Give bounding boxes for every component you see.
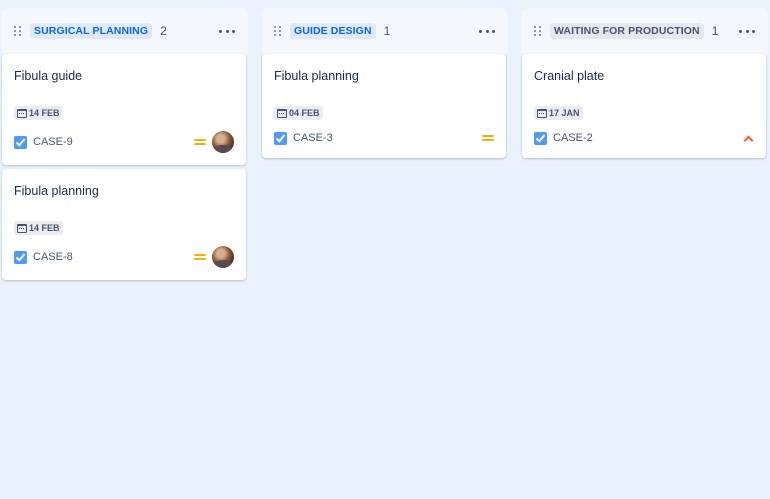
calendar-icon [277,108,287,118]
column-title: GUIDE DESIGN [290,23,376,39]
card-title: Fibula planning [274,69,359,83]
calendar-icon [17,108,27,118]
priority-medium-icon [482,134,494,142]
drag-handle-icon[interactable] [534,25,544,37]
column-title: SURGICAL PLANNING [30,23,153,39]
due-date-badge: 14 FEB [14,106,63,120]
priority-medium-icon [194,253,206,261]
issue-key[interactable]: CASE-2 [553,132,593,144]
due-date-badge: 04 FEB [274,106,323,120]
drag-handle-icon[interactable] [274,25,284,37]
column-header[interactable]: GUIDE DESIGN 1 [262,8,508,54]
card-footer: CASE-2 [534,126,754,150]
issue-key[interactable]: CASE-8 [33,251,73,263]
column-count: 1 [711,24,719,38]
task-checkbox-icon [534,131,547,145]
task-checkbox-icon [14,250,27,264]
issue-card[interactable]: Fibula planning 04 FEB CASE-3 [262,54,506,158]
card-title: Fibula planning [14,184,99,198]
calendar-icon [17,223,27,233]
task-checkbox-icon [14,135,27,149]
column-title: WAITING FOR PRODUCTION [550,23,704,39]
calendar-icon [537,108,547,118]
drag-handle-icon[interactable] [14,25,24,37]
due-date: 04 FEB [289,108,320,118]
column-header[interactable]: SURGICAL PLANNING 2 [2,8,248,54]
column-guide-design: GUIDE DESIGN 1 Fibula planning 04 FEB CA… [262,8,508,499]
due-date: 14 FEB [29,108,60,118]
more-options-icon[interactable] [736,23,758,39]
due-date: 14 FEB [29,223,60,233]
more-options-icon[interactable] [476,23,498,39]
column-count: 1 [383,24,391,38]
card-footer: CASE-8 [14,245,234,269]
issue-key[interactable]: CASE-3 [293,132,333,144]
card-footer: CASE-3 [274,126,494,150]
due-date-badge: 17 JAN [534,106,583,120]
card-title: Fibula guide [14,69,83,83]
card-footer: CASE-9 [14,130,234,154]
assignee-avatar[interactable] [212,131,234,153]
column-count: 2 [160,24,167,38]
issue-card[interactable]: Fibula guide 14 FEB CASE-9 [2,54,246,165]
issue-key[interactable]: CASE-9 [33,136,73,148]
due-date: 17 JAN [549,108,580,118]
kanban-board: SURGICAL PLANNING 2 Fibula guide 14 FEB … [0,0,770,499]
card-title: Cranial plate [534,69,605,83]
issue-card[interactable]: Fibula planning 14 FEB CASE-8 [2,169,246,280]
column-header[interactable]: WAITING FOR PRODUCTION 1 [522,8,768,54]
column-waiting-for-production: WAITING FOR PRODUCTION 1 Cranial plate 1… [522,8,768,499]
issue-card[interactable]: Cranial plate 17 JAN CASE-2 [522,54,766,158]
priority-high-icon [742,134,754,142]
column-surgical-planning: SURGICAL PLANNING 2 Fibula guide 14 FEB … [2,8,248,499]
assignee-avatar[interactable] [212,246,234,268]
due-date-badge: 14 FEB [14,221,63,235]
task-checkbox-icon [274,131,287,145]
more-options-icon[interactable] [216,23,238,39]
priority-medium-icon [194,138,206,146]
